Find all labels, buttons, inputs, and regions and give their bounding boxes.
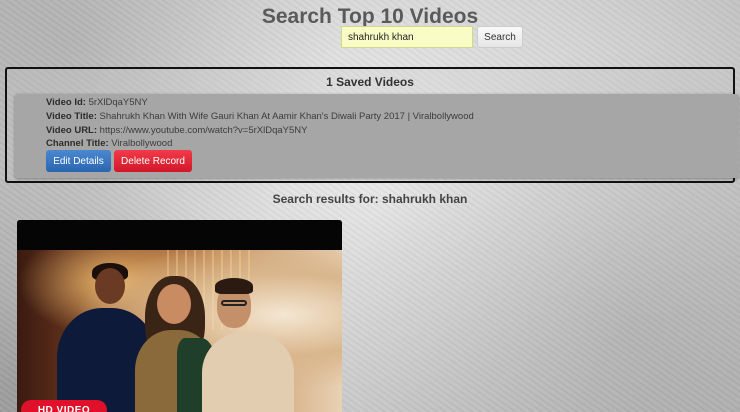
search-results-heading: Search results for: shahrukh khan [272, 192, 468, 206]
person-right-body [202, 332, 294, 412]
video-title-value: Shahrukh Khan With Wife Gauri Khan At Aa… [99, 111, 474, 122]
edit-details-button[interactable]: Edit Details [46, 150, 111, 172]
video-url-value: https://www.youtube.com/watch?v=5rXlDqaY… [99, 125, 308, 136]
video-id-line: Video Id: 5rXlDqaY5NY [46, 97, 148, 108]
delete-record-button[interactable]: Delete Record [114, 150, 192, 172]
glasses-icon [221, 300, 247, 306]
video-title-label: Video Title: [46, 111, 97, 122]
saved-videos-heading: 1 Saved Videos [326, 75, 414, 89]
search-button[interactable]: Search [477, 26, 523, 48]
person-right-hair [215, 278, 253, 294]
video-id-label: Video Id: [46, 97, 86, 108]
saved-record: Video Id: 5rXlDqaY5NY Video Title: Shahr… [15, 94, 739, 178]
video-id-value: 5rXlDqaY5NY [88, 97, 148, 108]
video-result-card[interactable]: HD VIDEO [17, 220, 342, 412]
channel-title-line: Channel Title: Viralbollywood [46, 138, 172, 149]
hd-video-badge: HD VIDEO [21, 400, 107, 412]
channel-title-label: Channel Title: [46, 138, 109, 149]
video-thumbnail[interactable]: HD VIDEO [17, 250, 342, 412]
channel-title-value: Viralbollywood [111, 138, 173, 149]
thumbnail-letterbox [17, 220, 342, 250]
person-center-head [157, 284, 191, 324]
video-url-label: Video URL: [46, 125, 98, 136]
video-title-line: Video Title: Shahrukh Khan With Wife Gau… [46, 111, 474, 122]
person-left-head [95, 268, 125, 304]
search-bar: Search [341, 26, 523, 48]
search-input[interactable] [341, 26, 473, 48]
saved-videos-panel: 1 Saved Videos Video Id: 5rXlDqaY5NY Vid… [5, 67, 739, 183]
video-url-line: Video URL: https://www.youtube.com/watch… [46, 125, 307, 136]
